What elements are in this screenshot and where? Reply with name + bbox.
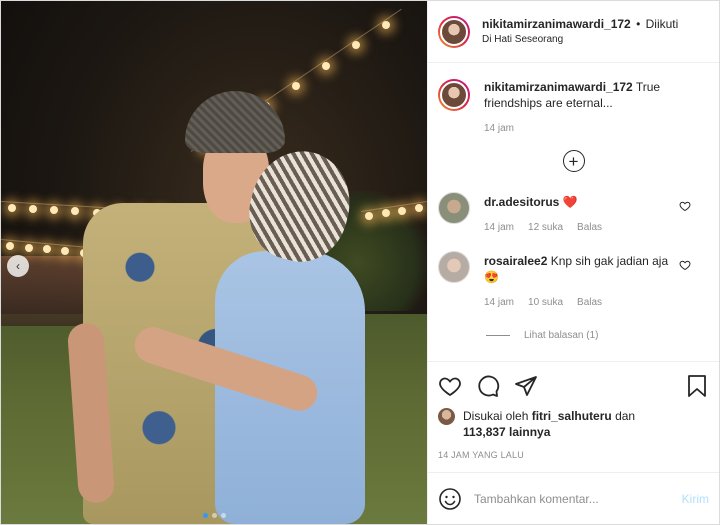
post-location[interactable]: Di Hati Seseorang [482,33,678,47]
likes-count[interactable]: 113,837 lainnya [463,425,550,439]
post-header-text: nikitamirzanimawardi_172 • Diikuti Di Ha… [482,16,678,47]
carousel-dot [220,513,226,518]
view-replies-label: Lihat balasan (1) [524,330,599,341]
likes-prefix: Disukai oleh [463,409,529,423]
light-bulb [42,245,51,254]
light-bulb [352,41,360,50]
comment-time[interactable]: 14 jam [484,222,514,233]
chevron-left-icon: ‹ [16,259,20,273]
light-bulb [414,204,423,213]
likes-and: dan [615,409,636,423]
light-bulb [28,204,37,213]
comment-row: dr.adesitorus ❤️ 14 jam 12 suka Balas [438,192,709,233]
commenter-avatar[interactable] [438,251,470,283]
comments-section: nikitamirzanimawardi_172 True friendship… [428,63,719,361]
man-bucket-hat [185,91,285,153]
comment-time[interactable]: 14 jam [484,297,514,308]
reply-button[interactable]: Balas [577,222,602,233]
post-photo[interactable]: ‹ [1,1,427,524]
commenter-username[interactable]: dr.adesitorus [484,195,559,209]
post-side-panel: nikitamirzanimawardi_172 • Diikuti Di Ha… [427,1,719,524]
post-comment-button[interactable]: Kirim [682,492,709,506]
action-icons [438,370,709,402]
following-button[interactable]: Diikuti [646,17,679,31]
post-header: nikitamirzanimawardi_172 • Diikuti Di Ha… [428,1,719,63]
light-bulb [50,206,59,215]
light-bulb [398,206,407,215]
carousel-dot [211,513,217,518]
header-separator: • [636,17,641,32]
caption-time[interactable]: 14 jam [484,123,514,134]
comment-like-heart-icon[interactable] [679,259,691,271]
load-more-comments-button[interactable]: + [562,150,585,172]
caption-username[interactable]: nikitamirzanimawardi_172 [484,80,633,94]
share-paper-plane-icon[interactable] [514,374,538,398]
comment-row: rosairalee2 Knp sih gak jadian aja 😍 14 … [438,251,709,308]
caption-row: nikitamirzanimawardi_172 True friendship… [438,79,709,134]
comment-like-heart-icon[interactable] [679,200,691,212]
light-bulb [61,246,70,255]
commenter-username[interactable]: rosairalee2 [484,254,547,268]
carousel-dots [1,513,427,518]
post-actions: Disukai oleh fitri_salhuteru dan 113,837… [428,361,719,460]
heart-emoji: ❤️ [562,195,578,209]
view-replies-line [486,335,510,336]
light-bulb [7,203,16,212]
reply-button[interactable]: Balas [577,297,602,308]
caption-author-avatar[interactable] [438,79,470,111]
likes-summary: Disukai oleh fitri_salhuteru dan 113,837… [438,408,709,440]
light-bulb [382,21,390,30]
light-bulb [292,82,300,90]
view-replies-button[interactable]: Lihat balasan (1) [486,330,709,341]
liker-username[interactable]: fitri_salhuteru [532,409,612,423]
comment-likes[interactable]: 12 suka [528,222,563,233]
emoji-smiley-icon[interactable] [438,487,462,511]
instagram-post-modal: ‹ nikitamirzanimawardi_172 • Diikuti Di … [0,0,720,525]
liker-avatar[interactable] [438,408,455,425]
comment-input[interactable] [474,491,682,506]
bookmark-icon[interactable] [685,374,709,398]
post-timestamp[interactable]: 14 JAM YANG LALU [438,450,709,460]
light-bulb [24,243,33,252]
author-username[interactable]: nikitamirzanimawardi_172 [482,17,631,31]
light-bulb [322,61,330,70]
add-comment-bar: Kirim [428,472,719,524]
photo-woman [130,140,391,524]
heart-eyes-emoji: 😍 [484,270,499,284]
commenter-avatar[interactable] [438,192,470,224]
author-avatar[interactable] [438,15,470,48]
comment-bubble-icon[interactable] [476,374,500,398]
plus-circle-icon: + [568,151,579,171]
comment-likes[interactable]: 10 suka [528,297,563,308]
like-heart-icon[interactable] [438,374,462,398]
comment-text: Knp sih gak jadian aja [550,254,669,268]
carousel-prev-button[interactable]: ‹ [7,255,29,277]
light-bulb [6,241,15,250]
carousel-dot-active [202,513,208,518]
